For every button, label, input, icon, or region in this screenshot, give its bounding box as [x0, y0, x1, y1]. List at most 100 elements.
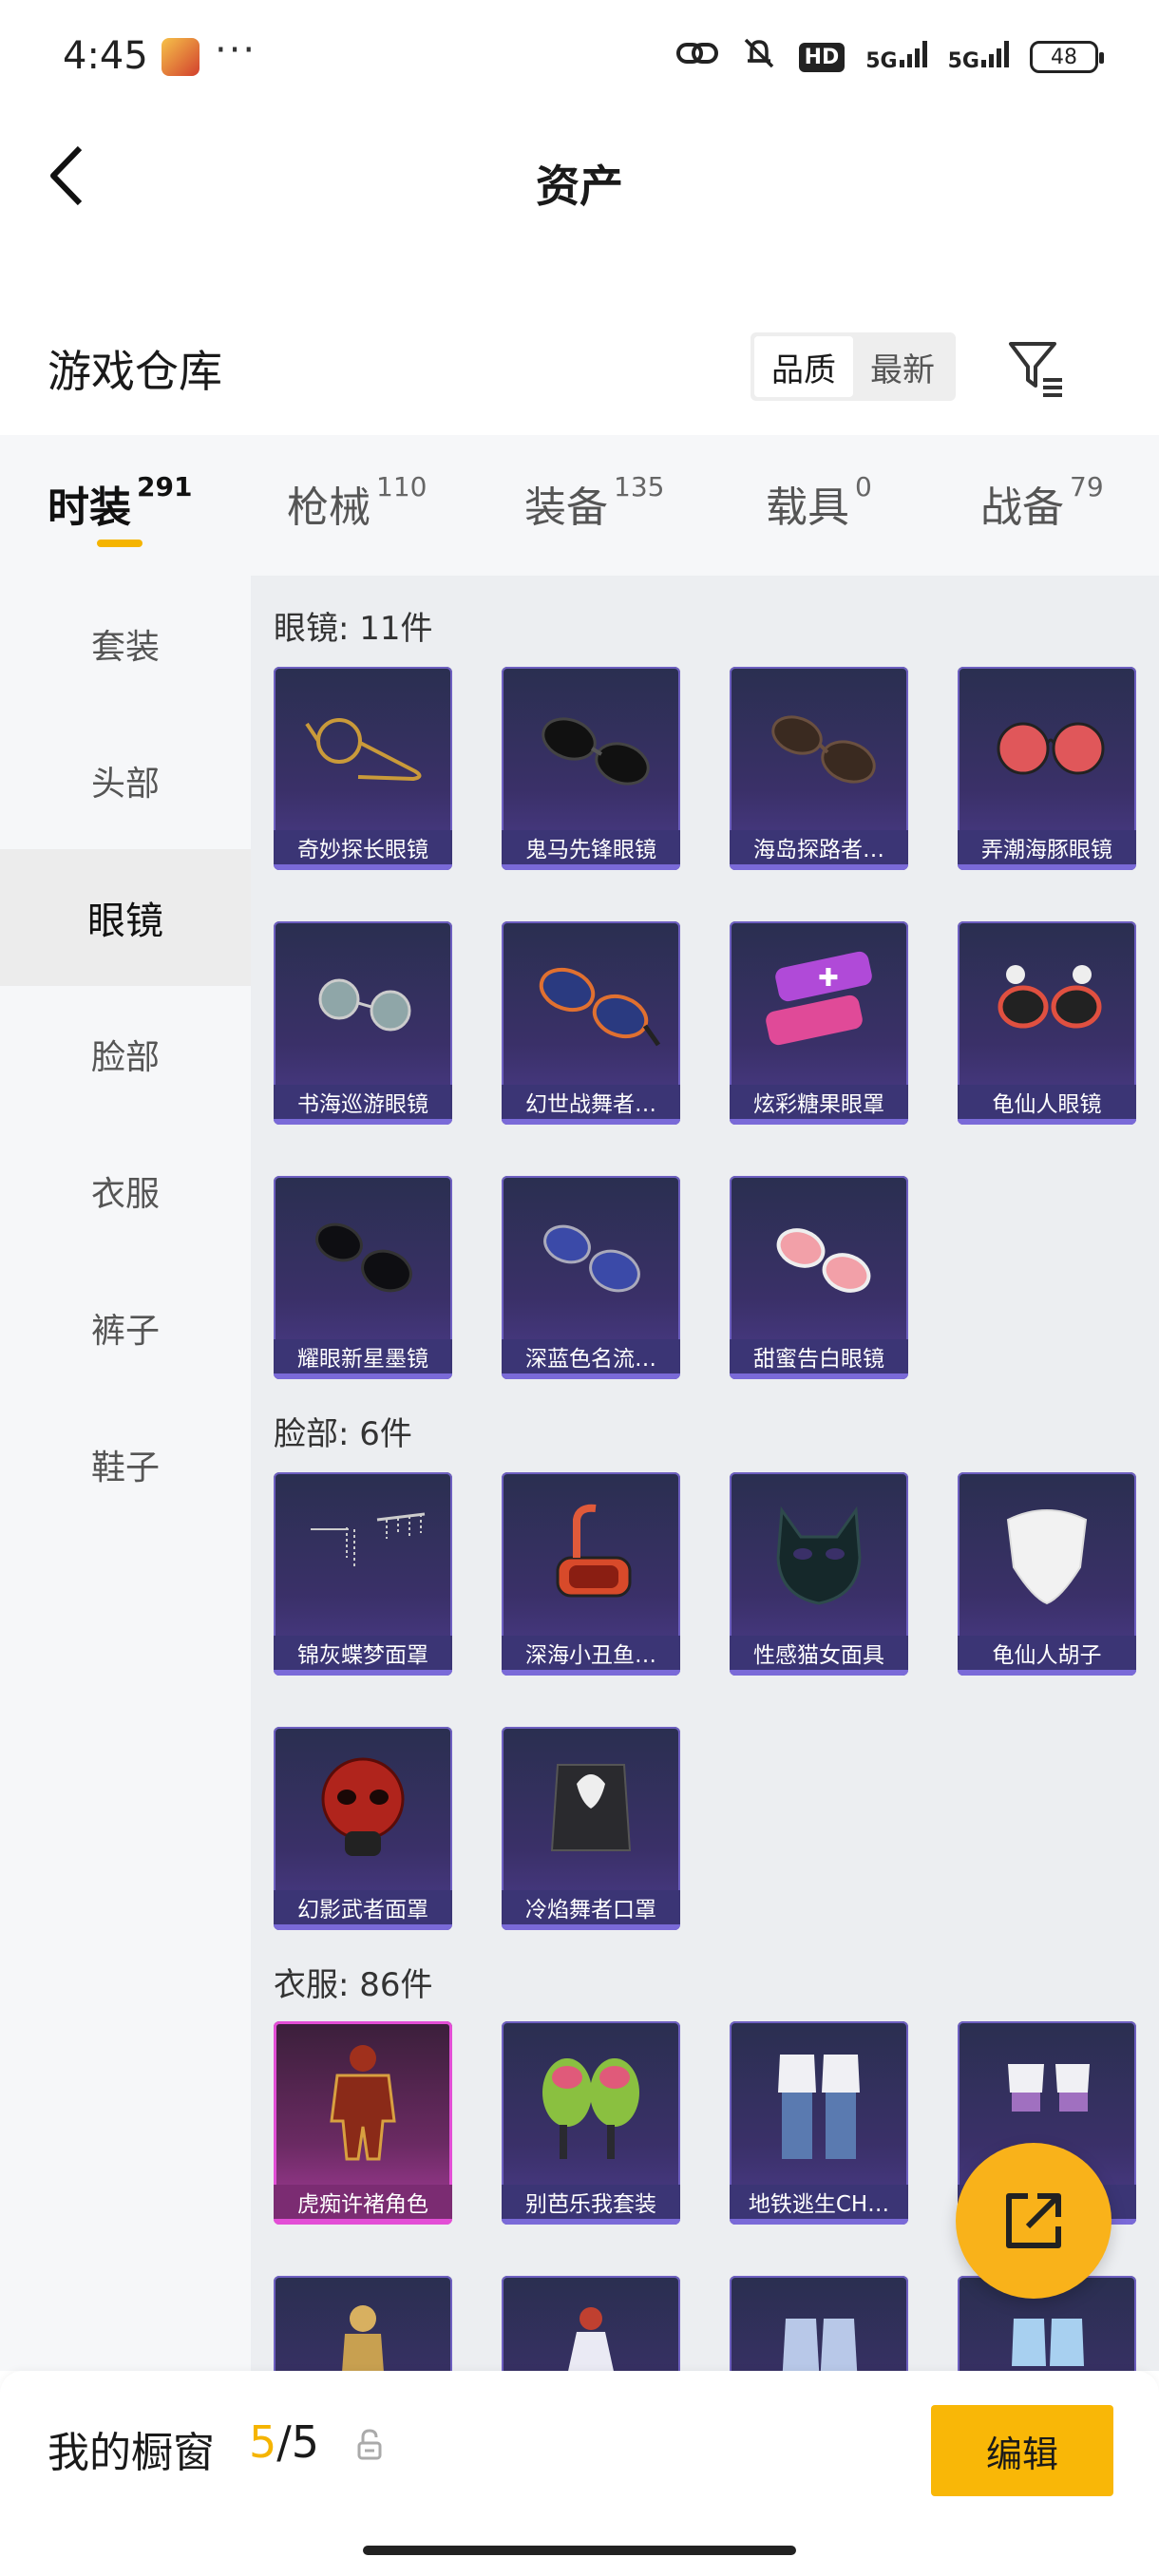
- section-title-clothes: 衣服: 86件: [274, 1966, 433, 2004]
- item-name: 弄潮海豚眼镜: [958, 830, 1136, 864]
- sidebar-item-face[interactable]: 脸部: [0, 986, 251, 1123]
- item-card[interactable]: 甜蜜告白眼镜: [730, 1176, 908, 1379]
- nav-bar: 资产: [0, 114, 1159, 237]
- sidebar-item-clothes[interactable]: 衣服: [0, 1123, 251, 1260]
- item-card[interactable]: 鬼马先锋眼镜: [502, 667, 680, 870]
- item-name: 幻影武者面罩: [274, 1890, 452, 1924]
- sidebar-item-pants[interactable]: 裤子: [0, 1260, 251, 1396]
- item-name: 炫彩糖果眼罩: [730, 1085, 908, 1119]
- sunglasses-item-icon: [274, 1176, 452, 1337]
- item-name: 鬼马先锋眼镜: [502, 830, 680, 864]
- svg-text:✚: ✚: [818, 964, 839, 993]
- status-time: 4:45: [63, 34, 148, 78]
- item-name: 耀眼新星墨镜: [274, 1339, 452, 1373]
- home-indicator[interactable]: [363, 2546, 796, 2555]
- sort-by-newest[interactable]: 最新: [853, 336, 952, 397]
- glasses-item-icon: [274, 667, 452, 828]
- item-name: 地铁逃生CH…: [730, 2185, 908, 2219]
- costume-item-icon: [274, 2276, 452, 2371]
- item-name: 别芭乐我套装: [502, 2185, 680, 2219]
- tab-fashion[interactable]: 时装 291: [48, 471, 192, 534]
- share-icon: [1006, 2193, 1061, 2248]
- item-name: 龟仙人胡子: [958, 1636, 1136, 1670]
- sidebar-item-head[interactable]: 头部: [0, 712, 251, 849]
- item-card[interactable]: ✚ 炫彩糖果眼罩: [730, 921, 908, 1125]
- showcase-label: 我的橱窗: [48, 2429, 215, 2477]
- app-notification-icon: [162, 38, 200, 76]
- signal-icon-2: 5G: [948, 41, 1009, 73]
- filter-button[interactable]: [1005, 336, 1068, 399]
- item-name: 冷焰舞者口罩: [502, 1890, 680, 1924]
- filter-icon: [1009, 342, 1062, 397]
- item-card[interactable]: 冷焰舞者口罩: [502, 1727, 680, 1930]
- item-card[interactable]: [730, 2276, 908, 2371]
- item-card[interactable]: 弄潮海豚眼镜: [958, 667, 1136, 870]
- item-card[interactable]: [502, 2276, 680, 2371]
- share-button[interactable]: [956, 2143, 1112, 2299]
- round-glasses-item-icon: [958, 667, 1136, 828]
- item-card[interactable]: 龟仙人眼镜: [958, 921, 1136, 1125]
- item-card[interactable]: 性感猫女面具: [730, 1472, 908, 1676]
- item-card[interactable]: 奇妙探长眼镜: [274, 667, 452, 870]
- category-tabs: 时装 291 枪械 110 装备 135 载具 0 战备 79: [0, 435, 1159, 576]
- item-name: 龟仙人眼镜: [958, 1085, 1136, 1119]
- tab-equipment[interactable]: 装备 135: [524, 471, 664, 534]
- veil-item-icon: [274, 1472, 452, 1634]
- item-card[interactable]: 虎痴许褚角色: [274, 2021, 452, 2225]
- section-title-glasses: 眼镜: 11件: [274, 610, 433, 648]
- lock-icon: [355, 2428, 384, 2462]
- active-tab-indicator: [97, 540, 142, 547]
- hd-badge: HD: [798, 42, 846, 72]
- costume-item-icon: [730, 2276, 908, 2371]
- battery-icon: 48: [1030, 41, 1104, 73]
- item-card[interactable]: 幻影武者面罩: [274, 1727, 452, 1930]
- signal-icon: 5G: [865, 41, 927, 73]
- item-name: 深蓝色名流…: [502, 1339, 680, 1373]
- item-card[interactable]: 深蓝色名流…: [502, 1176, 680, 1379]
- more-notifications-icon: ···: [215, 28, 257, 72]
- warrior-mask-item-icon: [274, 1727, 452, 1888]
- sidebar-item-shoes[interactable]: 鞋子: [0, 1396, 251, 1533]
- tab-supplies[interactable]: 战备 79: [980, 471, 1104, 534]
- beard-item-icon: [958, 1472, 1136, 1634]
- item-card[interactable]: 耀眼新星墨镜: [274, 1176, 452, 1379]
- sidebar-item-glasses[interactable]: 眼镜: [0, 849, 251, 986]
- item-card[interactable]: 地铁逃生CH…: [730, 2021, 908, 2225]
- item-card[interactable]: [274, 2276, 452, 2371]
- item-card[interactable]: 书海巡游眼镜: [274, 921, 452, 1125]
- item-card[interactable]: 海岛探路者…: [730, 667, 908, 870]
- diving-mask-item-icon: [502, 1472, 680, 1634]
- item-card[interactable]: 锦灰蝶梦面罩: [274, 1472, 452, 1676]
- item-name: 海岛探路者…: [730, 830, 908, 864]
- costume-item-icon: [502, 2276, 680, 2371]
- tab-weapons[interactable]: 枪械 110: [287, 471, 427, 534]
- round-glasses-item-icon: [274, 921, 452, 1083]
- mute-icon: [740, 34, 778, 80]
- sort-by-quality[interactable]: 品质: [754, 336, 853, 397]
- armor-costume-item-icon: [274, 2021, 452, 2183]
- item-card[interactable]: 幻世战舞者…: [502, 921, 680, 1125]
- item-name: 深海小丑鱼…: [502, 1636, 680, 1670]
- edit-button[interactable]: 编辑: [931, 2405, 1113, 2496]
- item-name: 锦灰蝶梦面罩: [274, 1636, 452, 1670]
- item-name: 性感猫女面具: [730, 1636, 908, 1670]
- sort-toggle: 品质 最新: [750, 332, 956, 401]
- tab-vehicles[interactable]: 载具 0: [766, 471, 872, 534]
- item-card[interactable]: 深海小丑鱼…: [502, 1472, 680, 1676]
- sunglasses-item-icon: [730, 667, 908, 828]
- warehouse-title: 游戏仓库: [48, 346, 222, 397]
- cat-mask-item-icon: [730, 1472, 908, 1634]
- status-bar: 4:45 ··· HD 5G 5G 48: [0, 0, 1159, 114]
- sidebar: 套装 头部 眼镜 脸部 衣服 裤子 鞋子: [0, 576, 251, 2371]
- item-name: 幻世战舞者…: [502, 1085, 680, 1119]
- section-title-face: 脸部: 6件: [274, 1415, 412, 1453]
- sidebar-item-outfit[interactable]: 套装: [0, 576, 251, 712]
- link-icon: [675, 39, 719, 75]
- sunglasses-item-icon: [502, 1176, 680, 1337]
- item-card[interactable]: 别芭乐我套装: [502, 2021, 680, 2225]
- page-title: 资产: [536, 161, 623, 212]
- item-name: 书海巡游眼镜: [274, 1085, 452, 1119]
- face-cover-item-icon: [502, 1727, 680, 1888]
- sunglasses-item-icon: [958, 921, 1136, 1083]
- item-card[interactable]: 龟仙人胡子: [958, 1472, 1136, 1676]
